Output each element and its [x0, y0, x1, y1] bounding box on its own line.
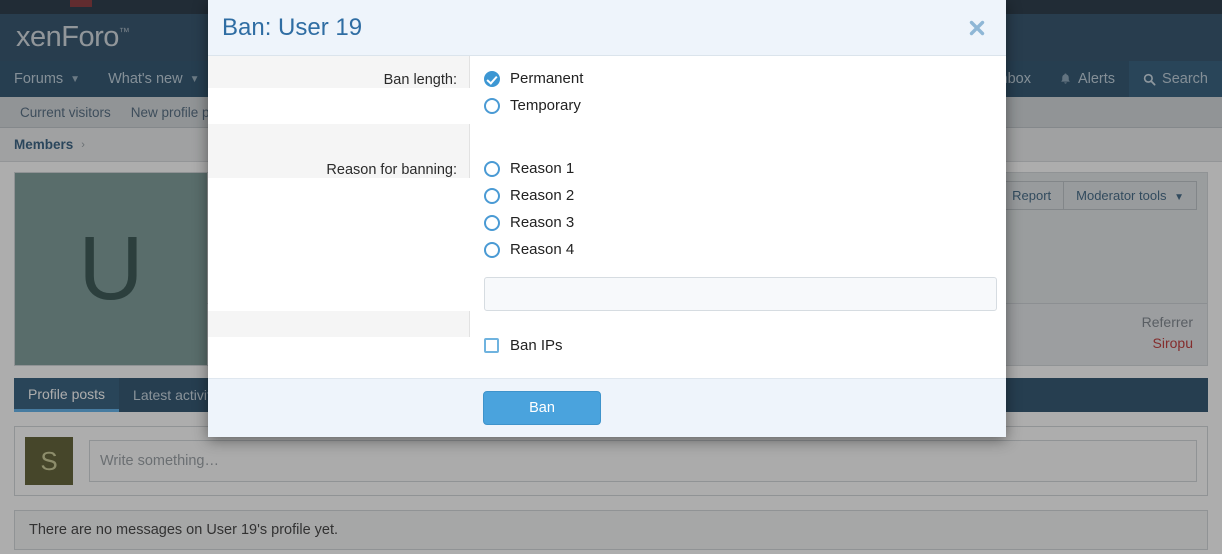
spacer-left: [208, 311, 470, 337]
radio-temporary-icon: [484, 98, 500, 114]
field-reason: Reason for banning: Reason 1 Reason 2 Re…: [208, 146, 1011, 311]
radio-option-reason-3-label: Reason 3: [510, 214, 574, 231]
radio-option-temporary-label: Temporary: [510, 97, 581, 114]
reason-label: Reason for banning:: [208, 146, 470, 178]
field-spacer-1: [208, 124, 1011, 146]
reason-options: Reason 1 Reason 2 Reason 3 Reason 4: [470, 146, 1011, 311]
ban-length-options: Permanent Temporary: [470, 56, 1011, 124]
spacer-left: [208, 124, 470, 146]
checkbox-ban-ips-icon: [484, 338, 499, 353]
radio-reason-2-icon: [484, 188, 500, 204]
radio-option-temporary[interactable]: Temporary: [484, 97, 997, 114]
radio-reason-4-icon: [484, 242, 500, 258]
ban-length-label: Ban length:: [208, 56, 470, 88]
radio-option-permanent-label: Permanent: [510, 70, 583, 87]
radio-permanent-icon: [484, 71, 500, 87]
dialog-body: Ban length: Permanent Temporary: [208, 56, 1006, 378]
dialog-header: Ban: User 19: [208, 0, 1006, 56]
radio-option-reason-3[interactable]: Reason 3: [484, 214, 997, 231]
reason-text-input[interactable]: [484, 277, 997, 311]
ban-dialog: Ban: User 19 Ban length: Permanent Tempo…: [208, 0, 1006, 437]
spacer-right: [470, 124, 1011, 146]
checkbox-ban-ips[interactable]: Ban IPs: [484, 337, 997, 354]
radio-option-permanent[interactable]: Permanent: [484, 70, 997, 87]
radio-option-reason-1-label: Reason 1: [510, 160, 574, 177]
ban-ips-control: Ban IPs: [470, 337, 1011, 378]
dialog-footer: Ban: [208, 378, 1006, 437]
field-ban-ips: Ban IPs: [208, 337, 1011, 378]
close-icon[interactable]: [966, 18, 988, 40]
field-ban-length: Ban length: Permanent Temporary: [208, 56, 1011, 124]
radio-reason-3-icon: [484, 215, 500, 231]
spacer-right: [470, 311, 1011, 337]
radio-option-reason-2-label: Reason 2: [510, 187, 574, 204]
dialog-title: Ban: User 19: [222, 14, 362, 42]
radio-option-reason-1[interactable]: Reason 1: [484, 160, 997, 177]
radio-option-reason-4-label: Reason 4: [510, 241, 574, 258]
checkbox-ban-ips-label: Ban IPs: [510, 337, 563, 354]
field-spacer-2: [208, 311, 1011, 337]
radio-reason-1-icon: [484, 161, 500, 177]
ban-submit-button[interactable]: Ban: [483, 391, 601, 425]
radio-option-reason-2[interactable]: Reason 2: [484, 187, 997, 204]
radio-option-reason-4[interactable]: Reason 4: [484, 241, 997, 258]
